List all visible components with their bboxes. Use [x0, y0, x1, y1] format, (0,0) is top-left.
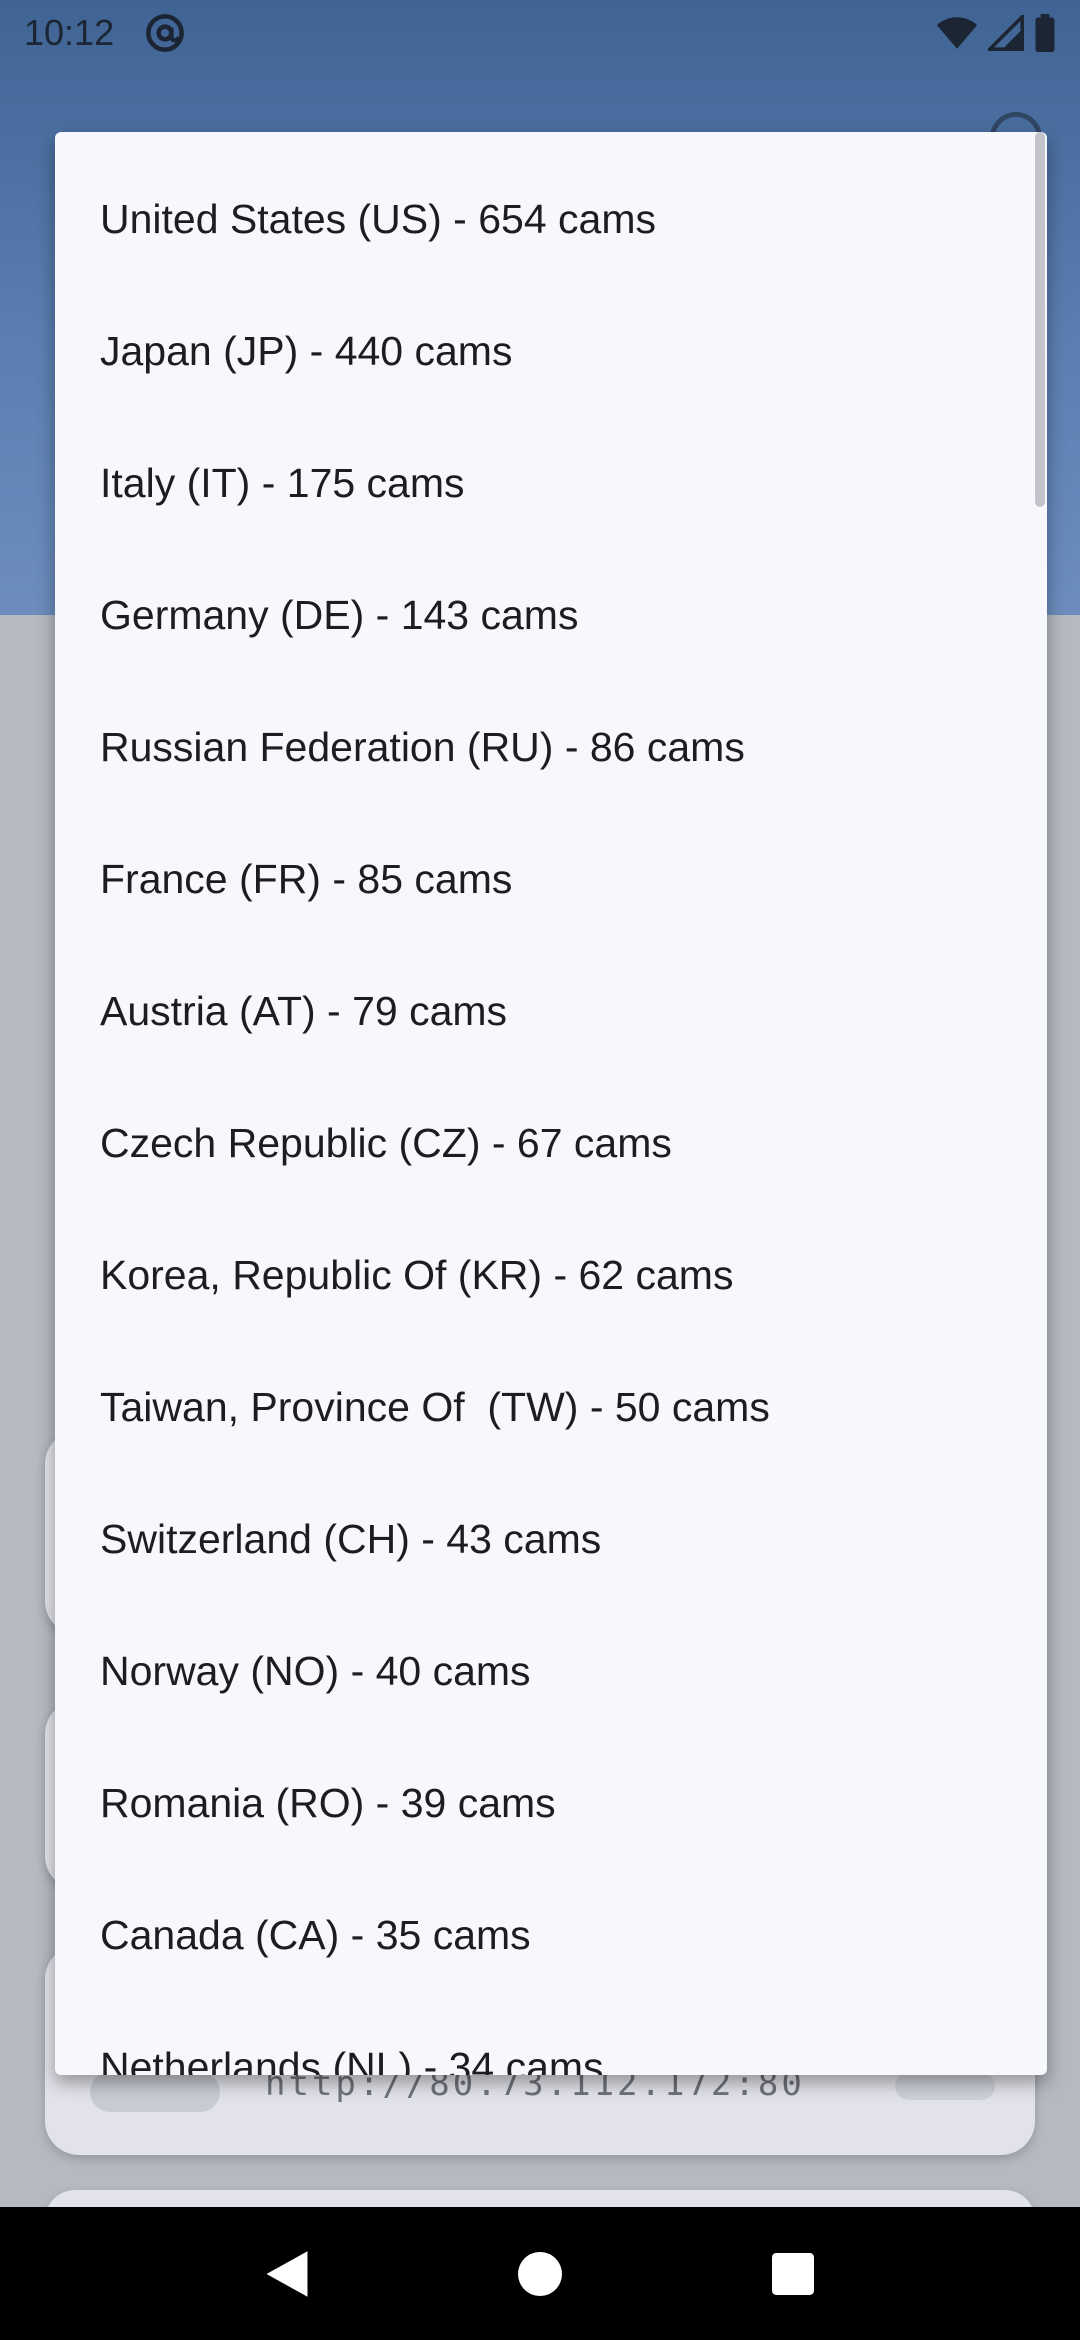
back-button[interactable] — [252, 2239, 322, 2309]
dropdown-option[interactable]: Italy (IT) - 175 cams — [100, 417, 1000, 549]
card-chip — [895, 2072, 995, 2100]
dropdown-scrollbar[interactable] — [1035, 132, 1045, 507]
home-icon — [517, 2251, 562, 2296]
at-sign-icon — [146, 14, 184, 52]
status-time: 10:12 — [24, 12, 115, 53]
card-chip — [90, 2072, 220, 2112]
dropdown-option[interactable]: Taiwan, Province Of (TW) - 50 cams — [100, 1341, 1000, 1473]
status-icons — [936, 14, 1056, 52]
wifi-icon — [936, 17, 978, 49]
country-dropdown-menu[interactable]: United States (US) - 654 cams Japan (JP)… — [55, 132, 1047, 2075]
dropdown-option[interactable]: United States (US) - 654 cams — [100, 153, 1000, 285]
back-icon — [266, 2250, 308, 2297]
dropdown-option[interactable]: Canada (CA) - 35 cams — [100, 1869, 1000, 2001]
signal-icon — [988, 15, 1024, 51]
screen: http://80.73.112.172:80 10:12 United Sta… — [0, 0, 1080, 2340]
dropdown-option[interactable]: Czech Republic (CZ) - 67 cams — [100, 1077, 1000, 1209]
dropdown-option[interactable]: France (FR) - 85 cams — [100, 813, 1000, 945]
dropdown-option[interactable]: Netherlands (NL) - 34 cams — [100, 2001, 1000, 2076]
navigation-bar — [0, 2207, 1080, 2340]
dropdown-option[interactable]: Germany (DE) - 143 cams — [100, 549, 1000, 681]
dropdown-option[interactable]: Norway (NO) - 40 cams — [100, 1605, 1000, 1737]
dropdown-option[interactable]: Russian Federation (RU) - 86 cams — [100, 681, 1000, 813]
dropdown-option[interactable]: Switzerland (CH) - 43 cams — [100, 1473, 1000, 1605]
recents-icon — [772, 2252, 815, 2295]
dropdown-option[interactable]: Austria (AT) - 79 cams — [100, 945, 1000, 1077]
dropdown-option[interactable]: Korea, Republic Of (KR) - 62 cams — [100, 1209, 1000, 1341]
battery-icon — [1035, 14, 1055, 52]
status-bar: 10:12 — [0, 0, 1080, 66]
dropdown-option[interactable]: Romania (RO) - 39 cams — [100, 1737, 1000, 1869]
dropdown-option[interactable]: Japan (JP) - 440 cams — [100, 285, 1000, 417]
home-button[interactable] — [505, 2239, 575, 2309]
recents-button[interactable] — [758, 2239, 828, 2309]
